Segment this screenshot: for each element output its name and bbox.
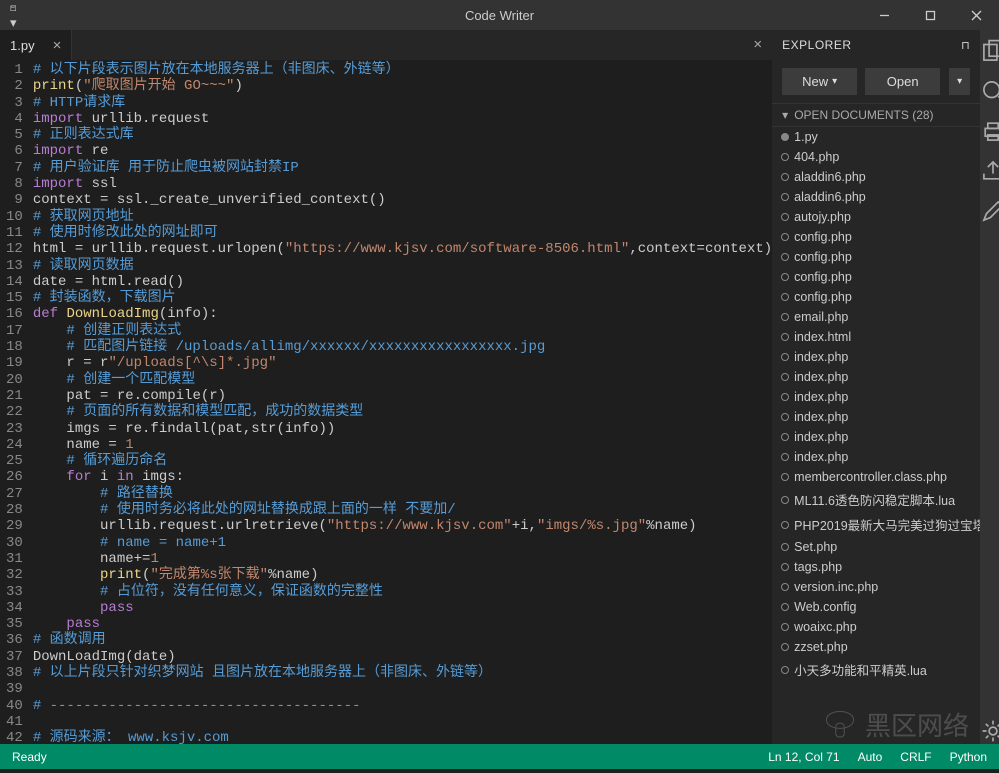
file-item[interactable]: index.php [772, 387, 980, 407]
app-title: Code Writer [465, 8, 534, 23]
file-item[interactable]: 404.php [772, 147, 980, 167]
copy-icon[interactable] [980, 38, 999, 64]
status-ready: Ready [12, 750, 47, 764]
share-icon[interactable] [980, 158, 999, 184]
explorer-panel: EXPLORER ⊓ New▾ Open ▾ ▾OPEN DOCUMENTS (… [772, 30, 980, 744]
file-item[interactable]: aladdin6.php [772, 167, 980, 187]
close-icon[interactable]: × [53, 37, 62, 54]
save-icon[interactable]: ▾ [10, 0, 17, 31]
file-item[interactable]: autojy.php [772, 207, 980, 227]
activity-bar [980, 30, 999, 744]
eol-mode[interactable]: CRLF [900, 750, 931, 764]
file-tab[interactable]: 1.py × [0, 30, 72, 60]
file-item[interactable]: index.php [772, 347, 980, 367]
print-icon[interactable] [980, 118, 999, 144]
maximize-button[interactable] [907, 0, 953, 30]
file-item[interactable]: Web.config [772, 597, 980, 617]
explorer-title: EXPLORER [782, 38, 851, 52]
open-dropdown[interactable]: ▾ [948, 68, 970, 95]
file-item[interactable]: tags.php [772, 557, 980, 577]
file-item[interactable]: Set.php [772, 537, 980, 557]
minimize-button[interactable] [861, 0, 907, 30]
status-bar: Ready Ln 12, Col 71 Auto CRLF Python [0, 744, 999, 769]
file-item[interactable]: config.php [772, 287, 980, 307]
close-button[interactable] [953, 0, 999, 30]
file-item[interactable]: 小天多功能和平精英.lua [772, 657, 980, 682]
title-bar: ▾ Code Writer [0, 0, 999, 30]
file-item[interactable]: config.php [772, 247, 980, 267]
code-editor[interactable]: 1234567891011121314151617181920212223242… [0, 60, 772, 744]
file-item[interactable]: config.php [772, 227, 980, 247]
file-item[interactable]: ML11.6透色防闪稳定脚本.lua [772, 487, 980, 512]
settings-icon[interactable] [980, 718, 999, 744]
file-item[interactable]: index.php [772, 367, 980, 387]
tab-label: 1.py [10, 38, 35, 53]
open-button[interactable]: Open [865, 68, 940, 95]
pin-icon[interactable]: ⊓ [961, 39, 970, 52]
search-icon[interactable] [980, 78, 999, 104]
tab-bar: 1.py × × [0, 30, 772, 60]
file-item[interactable]: zzset.php [772, 637, 980, 657]
file-item[interactable]: index.php [772, 447, 980, 467]
file-item[interactable]: aladdin6.php [772, 187, 980, 207]
edit-icon[interactable] [980, 198, 999, 224]
file-item[interactable]: config.php [772, 267, 980, 287]
file-item[interactable]: membercontroller.class.php [772, 467, 980, 487]
file-item[interactable]: email.php [772, 307, 980, 327]
cursor-position[interactable]: Ln 12, Col 71 [768, 750, 839, 764]
file-item[interactable]: index.html [772, 327, 980, 347]
language-mode[interactable]: Python [950, 750, 987, 764]
file-item[interactable]: 1.py [772, 127, 980, 147]
close-editor-icon[interactable]: × [743, 30, 772, 59]
encoding-auto[interactable]: Auto [858, 750, 883, 764]
file-item[interactable]: version.inc.php [772, 577, 980, 597]
file-item[interactable]: index.php [772, 407, 980, 427]
editor-pane: 1.py × × 1234567891011121314151617181920… [0, 30, 772, 744]
file-item[interactable]: woaixc.php [772, 617, 980, 637]
file-item[interactable]: PHP2019最新大马完美过狗过宝塔... [772, 512, 980, 537]
new-button[interactable]: New▾ [782, 68, 857, 95]
open-documents-section[interactable]: ▾OPEN DOCUMENTS (28) [772, 103, 980, 127]
file-item[interactable]: index.php [772, 427, 980, 447]
